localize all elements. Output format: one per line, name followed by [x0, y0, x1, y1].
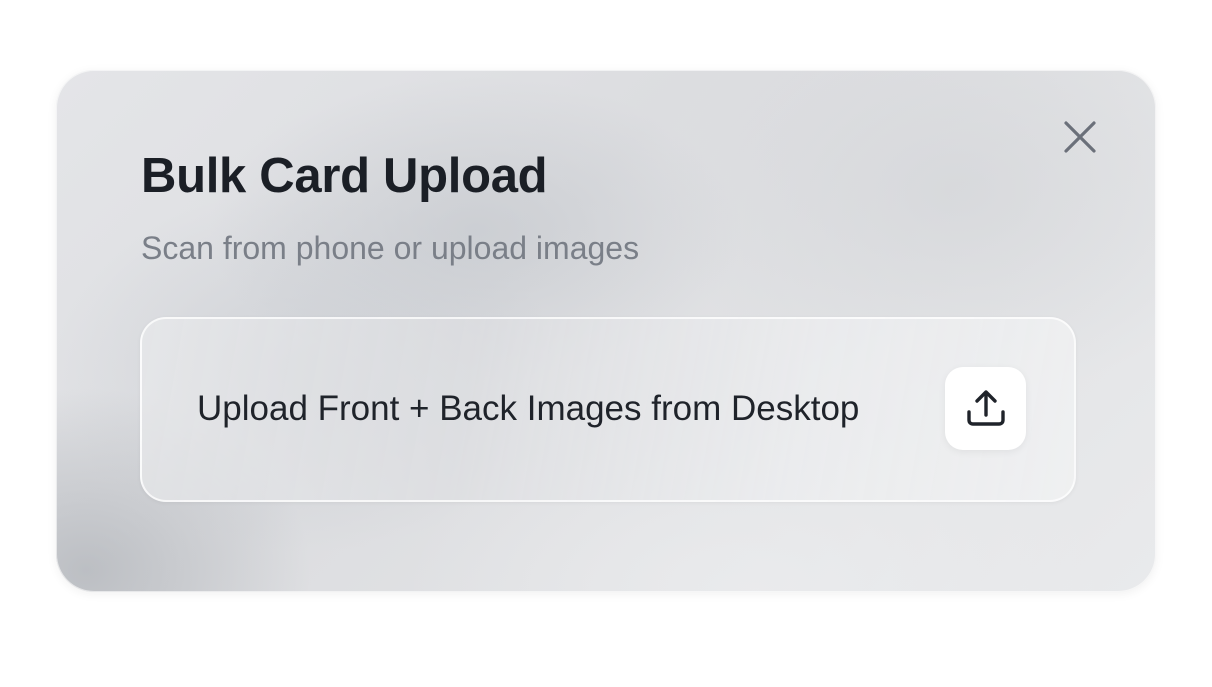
- dialog-subtitle: Scan from phone or upload images: [141, 230, 640, 266]
- upload-icon-button[interactable]: [945, 367, 1026, 450]
- close-icon: [1064, 121, 1096, 153]
- upload-from-desktop-button[interactable]: Upload Front + Back Images from Desktop: [140, 317, 1076, 502]
- dialog-title: Bulk Card Upload: [141, 149, 548, 203]
- bulk-upload-dialog: Bulk Card Upload Scan from phone or uplo…: [56, 70, 1156, 592]
- upload-icon: [966, 389, 1005, 426]
- close-button[interactable]: [1061, 118, 1099, 156]
- upload-option-label: Upload Front + Back Images from Desktop: [197, 389, 860, 428]
